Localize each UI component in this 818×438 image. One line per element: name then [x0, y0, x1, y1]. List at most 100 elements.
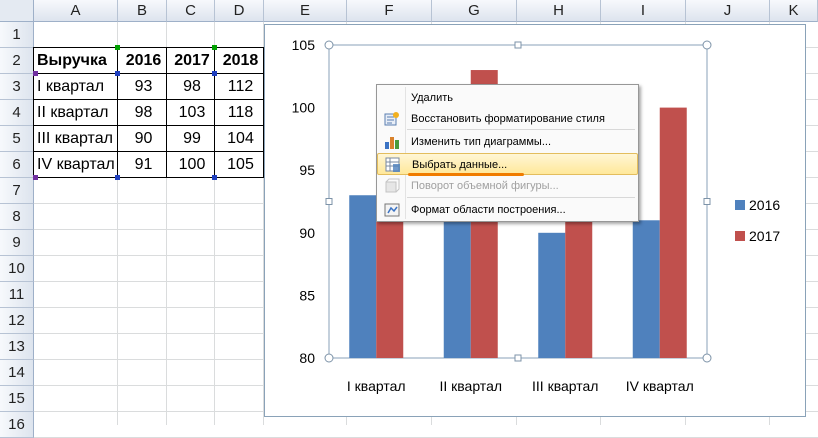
menu-item-change-chart-type[interactable]: Изменить тип диаграммы...	[377, 131, 638, 153]
table-border	[33, 99, 263, 100]
bar-2017-4[interactable]	[659, 107, 687, 358]
plot-area-resize-handle[interactable]	[514, 41, 522, 49]
menu-item-reset-style[interactable]: Восстановить форматирование стиля	[377, 108, 638, 130]
table-cell[interactable]: 99	[170, 126, 214, 152]
x-category-label: IV квартал	[626, 378, 694, 394]
reset-style-icon	[384, 111, 400, 127]
range-selection-handle[interactable]	[33, 175, 38, 180]
table-border	[117, 47, 118, 178]
y-tick-label: 105	[292, 37, 316, 53]
table-border	[33, 177, 263, 178]
range-selection-handle[interactable]	[33, 71, 38, 76]
table-cell[interactable]: 104	[218, 126, 263, 152]
row-header-12[interactable]: 12	[0, 308, 34, 334]
legend-label: 2016	[749, 197, 780, 213]
menu-separator	[407, 197, 635, 198]
bar-2016-1[interactable]	[349, 195, 377, 358]
plot-area-resize-handle[interactable]	[324, 353, 334, 363]
row-header-13[interactable]: 13	[0, 334, 34, 360]
column-header-b[interactable]: B	[118, 0, 167, 22]
bar-2016-3[interactable]	[538, 232, 566, 358]
table-cell[interactable]: I квартал	[37, 74, 117, 100]
row-header-3[interactable]: 3	[0, 74, 34, 100]
column-header-g[interactable]: G	[432, 0, 517, 22]
table-cell[interactable]: 103	[170, 100, 214, 126]
column-header-f[interactable]: F	[347, 0, 432, 22]
row-header-16[interactable]: 16	[0, 412, 34, 438]
menu-item-label: Восстановить форматирование стиля	[411, 113, 605, 125]
plot-area-resize-handle[interactable]	[325, 198, 333, 205]
menu-item-label: Изменить тип диаграммы...	[411, 136, 551, 148]
select-all-corner[interactable]	[0, 0, 34, 22]
row-header-8[interactable]: 8	[0, 204, 34, 230]
table-cell[interactable]: 100	[170, 152, 214, 178]
plot-area-resize-handle[interactable]	[702, 353, 712, 363]
column-header-j[interactable]: J	[686, 0, 770, 22]
table-cell[interactable]: 90	[121, 126, 166, 152]
column-header-e[interactable]: E	[264, 0, 347, 22]
table-border	[33, 47, 34, 178]
row-header-14[interactable]: 14	[0, 360, 34, 386]
x-category-label: III квартал	[532, 378, 598, 394]
table-cell[interactable]: 93	[121, 74, 166, 100]
table-border	[166, 47, 167, 178]
range-selection-handle[interactable]	[212, 45, 217, 50]
table-border	[33, 73, 263, 74]
table-header-cell[interactable]: 2016	[121, 48, 166, 74]
menu-item-delete[interactable]: Удалить	[377, 87, 638, 109]
table-cell[interactable]: III квартал	[37, 126, 117, 152]
row-header-2[interactable]: 2	[0, 48, 34, 74]
range-selection-handle[interactable]	[212, 71, 217, 76]
table-cell[interactable]: 98	[170, 74, 214, 100]
spreadsheet: ABCDEFGHIJK 1 2 3 4 5 6 7 8 9 10 11 12 13 14 15 16 Выру…	[0, 0, 818, 438]
row-header-4[interactable]: 4	[0, 100, 34, 126]
bar-2016-4[interactable]	[632, 220, 660, 358]
table-cell[interactable]: 118	[218, 100, 263, 126]
column-header-a[interactable]: A	[34, 0, 118, 22]
table-border	[33, 125, 263, 126]
column-header-h[interactable]: H	[517, 0, 601, 22]
table-header-cell[interactable]: Выручка	[37, 48, 117, 74]
column-header-i[interactable]: I	[601, 0, 686, 22]
chart-type-icon	[384, 134, 400, 150]
format-area-icon	[384, 202, 400, 218]
menu-item-rotate-3d: Поворот объемной фигуры...	[377, 175, 638, 197]
row-header-10[interactable]: 10	[0, 256, 34, 282]
plot-area-resize-handle[interactable]	[324, 40, 334, 50]
row-header-15[interactable]: 15	[0, 386, 34, 412]
range-selection-handle[interactable]	[115, 71, 120, 76]
table-border	[214, 47, 215, 178]
table-cell[interactable]: 112	[218, 74, 263, 100]
y-tick-label: 85	[299, 287, 315, 303]
table-cell[interactable]: 91	[121, 152, 166, 178]
menu-item-format-plot-area[interactable]: Формат области построения...	[377, 199, 638, 221]
column-header-k[interactable]: K	[770, 0, 818, 22]
column-header-d[interactable]: D	[215, 0, 264, 22]
row-header-7[interactable]: 7	[0, 178, 34, 204]
row-header-5[interactable]: 5	[0, 126, 34, 152]
range-selection-handle[interactable]	[212, 175, 217, 180]
table-cell[interactable]: II квартал	[37, 100, 117, 126]
legend-label: 2017	[749, 228, 780, 244]
row-header-9[interactable]: 9	[0, 230, 34, 256]
range-selection-handle[interactable]	[115, 175, 120, 180]
table-header-cell[interactable]: 2018	[218, 48, 263, 74]
row-header-1[interactable]: 1	[0, 22, 34, 48]
table-header-cell[interactable]: 2017	[170, 48, 214, 74]
plot-area-resize-handle[interactable]	[702, 40, 712, 50]
x-category-label: I квартал	[347, 378, 406, 394]
row-header-6[interactable]: 6	[0, 152, 34, 178]
menu-item-label: Формат области построения...	[411, 204, 566, 216]
context-menu: Удалить Восстановить форматирование стиля…	[376, 84, 639, 222]
row-header-11[interactable]: 11	[0, 282, 34, 308]
rotate-3d-icon	[384, 178, 400, 194]
table-cell[interactable]: 98	[121, 100, 166, 126]
table-cell[interactable]: 105	[218, 152, 263, 178]
plot-area-resize-handle[interactable]	[703, 198, 711, 205]
table-border	[33, 47, 263, 48]
range-selection-handle[interactable]	[115, 45, 120, 50]
menu-item-select-data[interactable]: Выбрать данные...	[377, 153, 638, 176]
column-header-c[interactable]: C	[167, 0, 215, 22]
table-cell[interactable]: IV квартал	[37, 152, 117, 178]
plot-area-resize-handle[interactable]	[514, 354, 522, 362]
